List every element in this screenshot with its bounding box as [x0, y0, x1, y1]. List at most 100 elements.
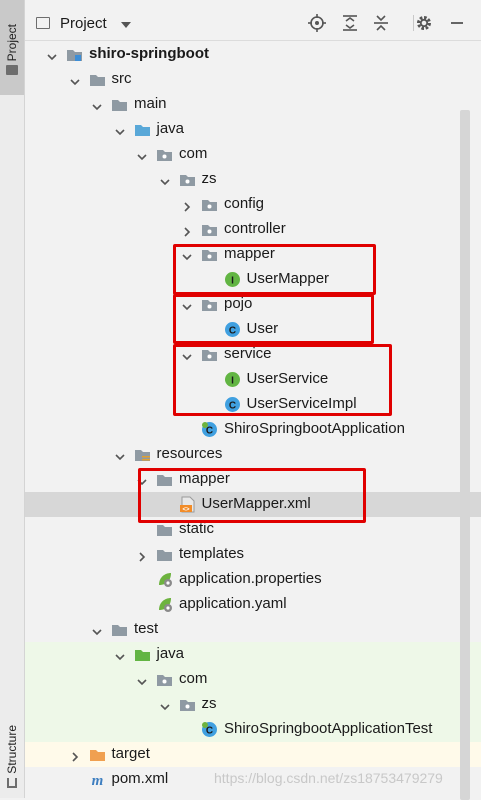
- chevron-down-icon[interactable]: [182, 249, 192, 261]
- source-root-icon: [134, 121, 151, 138]
- tree-node-resources[interactable]: resources: [25, 442, 481, 467]
- tree-node-shirospringbootapplication[interactable]: C ShiroSpringbootApplication: [25, 417, 481, 442]
- collapse-all-icon[interactable]: [372, 14, 390, 32]
- chevron-down-icon[interactable]: [137, 674, 147, 686]
- chevron-down-icon[interactable]: [137, 149, 147, 161]
- chevron-down-icon[interactable]: [92, 624, 102, 636]
- gear-icon[interactable]: [415, 14, 433, 32]
- tree-node-usermapper-xml[interactable]: <> UserMapper.xml: [25, 492, 481, 517]
- tree-node-user[interactable]: C User: [25, 317, 481, 342]
- tree-node-zs[interactable]: zs: [25, 692, 481, 717]
- tree-node-java[interactable]: java: [25, 642, 481, 667]
- structure-tab-label: Structure: [5, 725, 19, 774]
- tree-node-label: User: [246, 320, 279, 337]
- tree-node-userservice[interactable]: I UserService: [25, 367, 481, 392]
- tree-node-mapper[interactable]: mapper: [25, 242, 481, 267]
- tree-node-label: UserService: [246, 370, 329, 387]
- chevron-down-icon[interactable]: [182, 299, 192, 311]
- tree-node-java[interactable]: java: [25, 117, 481, 142]
- tree-node-templates[interactable]: templates: [25, 542, 481, 567]
- package-icon: [201, 346, 218, 363]
- tree-node-application-properties[interactable]: application.properties: [25, 567, 481, 592]
- excluded-folder-icon: [89, 746, 106, 763]
- chevron-right-icon[interactable]: [137, 549, 147, 562]
- tree-node-config[interactable]: config: [25, 192, 481, 217]
- vertical-scrollbar[interactable]: [460, 110, 470, 800]
- project-tab-label: Project: [5, 23, 19, 62]
- spring-yaml-icon: [156, 596, 173, 613]
- tree-node-label: main: [134, 95, 167, 112]
- tree-node-label: com: [179, 145, 208, 162]
- tree-node-test[interactable]: test: [25, 617, 481, 642]
- project-panel-header: Project: [25, 0, 481, 41]
- package-icon: [179, 696, 196, 713]
- tree-node-zs[interactable]: zs: [25, 167, 481, 192]
- tree-node-label: application.properties: [179, 570, 322, 587]
- locate-icon[interactable]: [308, 14, 326, 32]
- folder-icon: [156, 521, 173, 538]
- svg-text:I: I: [231, 376, 234, 387]
- tree-node-label: ShiroSpringbootApplication: [224, 420, 405, 437]
- tree-node-static[interactable]: static: [25, 517, 481, 542]
- package-icon: [179, 171, 196, 188]
- package-icon: [156, 671, 173, 688]
- chevron-down-icon[interactable]: [137, 474, 147, 486]
- tree-node-label: pojo: [224, 295, 253, 312]
- folder-icon: [156, 471, 173, 488]
- svg-text:<>: <>: [182, 507, 190, 513]
- tree-node-main[interactable]: main: [25, 92, 481, 117]
- interface-icon: I: [224, 371, 241, 388]
- chevron-down-icon[interactable]: [159, 174, 170, 186]
- tree-node-target[interactable]: target: [25, 742, 481, 767]
- toolbar-divider: [413, 15, 414, 31]
- expand-all-icon[interactable]: [341, 14, 359, 32]
- tree-node-label: ShiroSpringbootApplicationTest: [224, 720, 433, 737]
- chevron-right-icon[interactable]: [182, 224, 192, 237]
- spring-boot-class-icon: C: [201, 421, 218, 438]
- maven-icon: m: [89, 771, 106, 789]
- chevron-down-icon[interactable]: [47, 49, 57, 61]
- tree-node-src[interactable]: src: [25, 67, 481, 92]
- tree-node-usermapper[interactable]: I UserMapper: [25, 267, 481, 292]
- tree-node-service[interactable]: service: [25, 342, 481, 367]
- tree-node-application-yaml[interactable]: application.yaml: [25, 592, 481, 617]
- tree-node-label: src: [111, 70, 132, 87]
- package-icon: [201, 221, 218, 238]
- tree-node-mapper[interactable]: mapper: [25, 467, 481, 492]
- chevron-down-icon[interactable]: [114, 649, 125, 661]
- tree-node-shirospringbootapplicationtest[interactable]: C ShiroSpringbootApplicationTest: [25, 717, 481, 742]
- structure-icon: [7, 777, 17, 788]
- panel-title[interactable]: Project: [60, 15, 107, 32]
- structure-tool-tab[interactable]: Structure: [0, 715, 24, 798]
- tree-node-label: pom.xml: [111, 770, 169, 787]
- folder-icon: [111, 96, 128, 113]
- test-root-icon: [134, 646, 151, 663]
- chevron-right-icon[interactable]: [70, 749, 80, 762]
- chevron-down-icon[interactable]: [182, 349, 192, 361]
- tree-node-label: service: [224, 345, 272, 362]
- tree-node-controller[interactable]: controller: [25, 217, 481, 242]
- chevron-down-icon[interactable]: [114, 124, 125, 136]
- chevron-down-icon[interactable]: [92, 99, 102, 111]
- tree-node-com[interactable]: com: [25, 142, 481, 167]
- tree-node-label: target: [111, 745, 150, 762]
- package-icon: [156, 146, 173, 163]
- chevron-down-icon[interactable]: [159, 699, 170, 711]
- watermark: https://blog.csdn.net/zs18753479279: [214, 770, 443, 786]
- folder-icon: [89, 71, 106, 88]
- hide-icon[interactable]: [448, 14, 466, 32]
- chevron-down-icon[interactable]: [114, 449, 125, 461]
- chevron-down-icon[interactable]: [121, 22, 131, 28]
- tree-node-label: shiro-springboot: [89, 45, 209, 62]
- chevron-down-icon[interactable]: [69, 74, 80, 86]
- tree-node-label: config: [224, 195, 265, 212]
- tree-node-label: zs: [201, 695, 217, 712]
- tree-node-label: com: [179, 670, 208, 687]
- tree-node-userserviceimpl[interactable]: C UserServiceImpl: [25, 392, 481, 417]
- tree-node-com[interactable]: com: [25, 667, 481, 692]
- project-tool-tab[interactable]: Project: [0, 0, 24, 95]
- tree-node-label: java: [156, 645, 185, 662]
- tree-node-pojo[interactable]: pojo: [25, 292, 481, 317]
- tree-node-shiro-springboot[interactable]: shiro-springboot: [25, 42, 481, 67]
- chevron-right-icon[interactable]: [182, 199, 192, 212]
